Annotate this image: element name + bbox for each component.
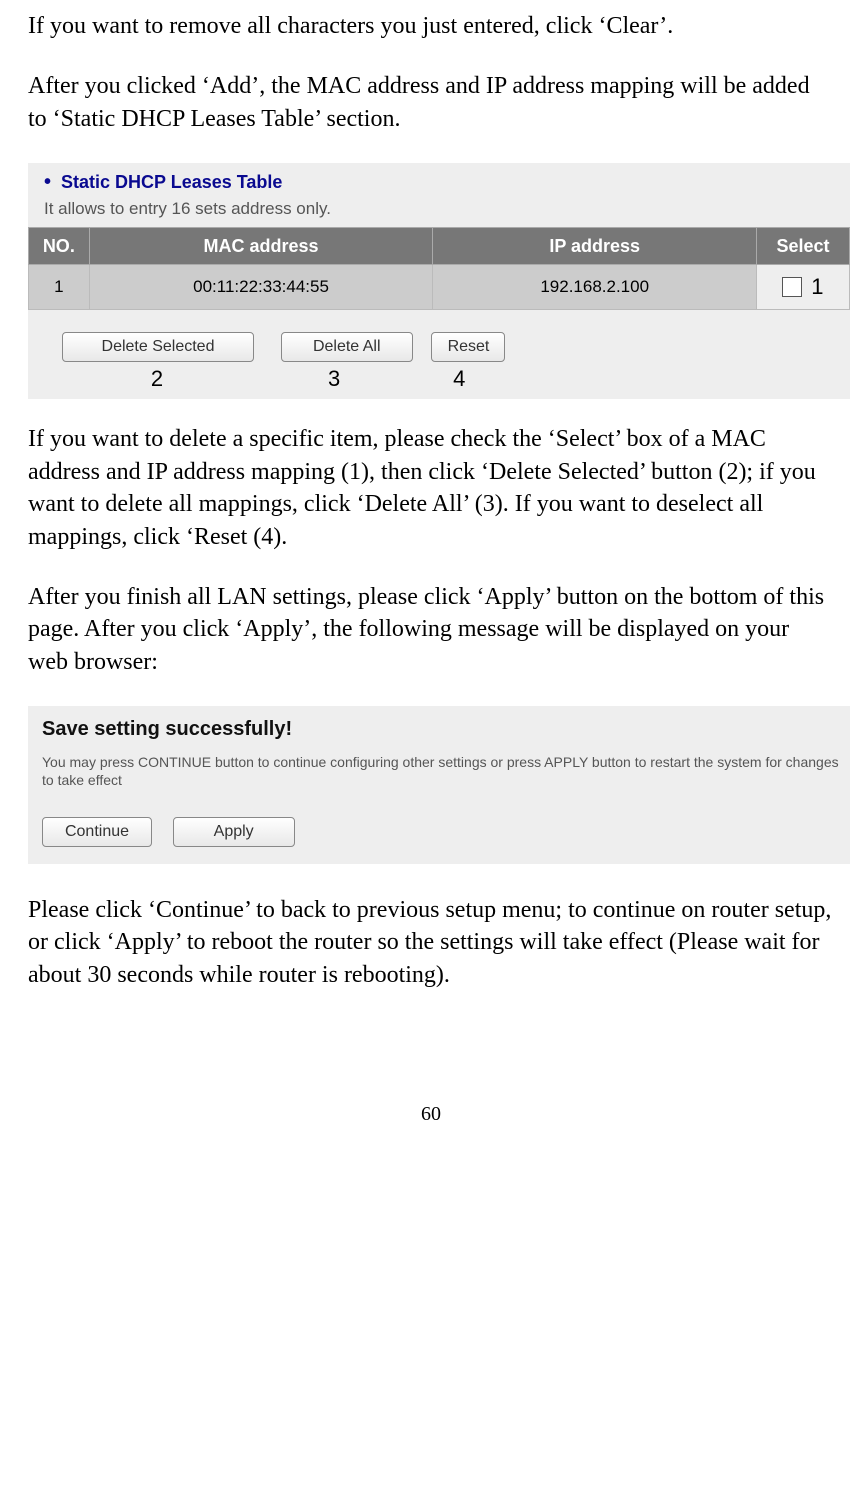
callout-1: 1 bbox=[811, 274, 823, 299]
reset-button[interactable]: Reset bbox=[431, 332, 505, 362]
table-header-no: NO. bbox=[29, 228, 90, 265]
table-header-select: Select bbox=[756, 228, 849, 265]
callout-row: 2 3 4 bbox=[62, 364, 850, 394]
save-message: You may press CONTINUE button to continu… bbox=[42, 753, 840, 789]
callout-4: 4 bbox=[416, 364, 502, 394]
cell-select: 1 bbox=[756, 265, 849, 310]
cell-ip: 192.168.2.100 bbox=[433, 265, 757, 310]
body-paragraph-5: Please click ‘Continue’ to back to previ… bbox=[28, 894, 834, 991]
body-paragraph-3: If you want to delete a specific item, p… bbox=[28, 423, 834, 553]
select-checkbox[interactable] bbox=[782, 277, 802, 297]
figure-dhcp-leases-table: Static DHCP Leases Table It allows to en… bbox=[28, 163, 850, 399]
cell-no: 1 bbox=[29, 265, 90, 310]
page-number: 60 bbox=[28, 1101, 834, 1128]
button-row: Delete Selected Delete All Reset bbox=[62, 332, 850, 362]
save-title: Save setting successfully! bbox=[42, 716, 840, 743]
body-paragraph-2: After you clicked ‘Add’, the MAC address… bbox=[28, 70, 834, 135]
table-header-ip: IP address bbox=[433, 228, 757, 265]
figure-title: Static DHCP Leases Table bbox=[28, 163, 850, 198]
continue-button[interactable]: Continue bbox=[42, 817, 152, 847]
body-paragraph-1: If you want to remove all characters you… bbox=[28, 10, 834, 42]
table-row: 1 00:11:22:33:44:55 192.168.2.100 1 bbox=[29, 265, 850, 310]
callout-2: 2 bbox=[62, 364, 252, 394]
delete-all-button[interactable]: Delete All bbox=[281, 332, 413, 362]
delete-selected-button[interactable]: Delete Selected bbox=[62, 332, 254, 362]
callout-3: 3 bbox=[258, 364, 410, 394]
dhcp-table: NO. MAC address IP address Select 1 00:1… bbox=[28, 227, 850, 310]
table-header-row: NO. MAC address IP address Select bbox=[29, 228, 850, 265]
body-paragraph-4: After you finish all LAN settings, pleas… bbox=[28, 581, 834, 678]
figure-subtitle: It allows to entry 16 sets address only. bbox=[28, 198, 850, 227]
figure-save-setting: Save setting successfully! You may press… bbox=[28, 706, 850, 864]
apply-button[interactable]: Apply bbox=[173, 817, 295, 847]
table-header-mac: MAC address bbox=[89, 228, 433, 265]
cell-mac: 00:11:22:33:44:55 bbox=[89, 265, 433, 310]
